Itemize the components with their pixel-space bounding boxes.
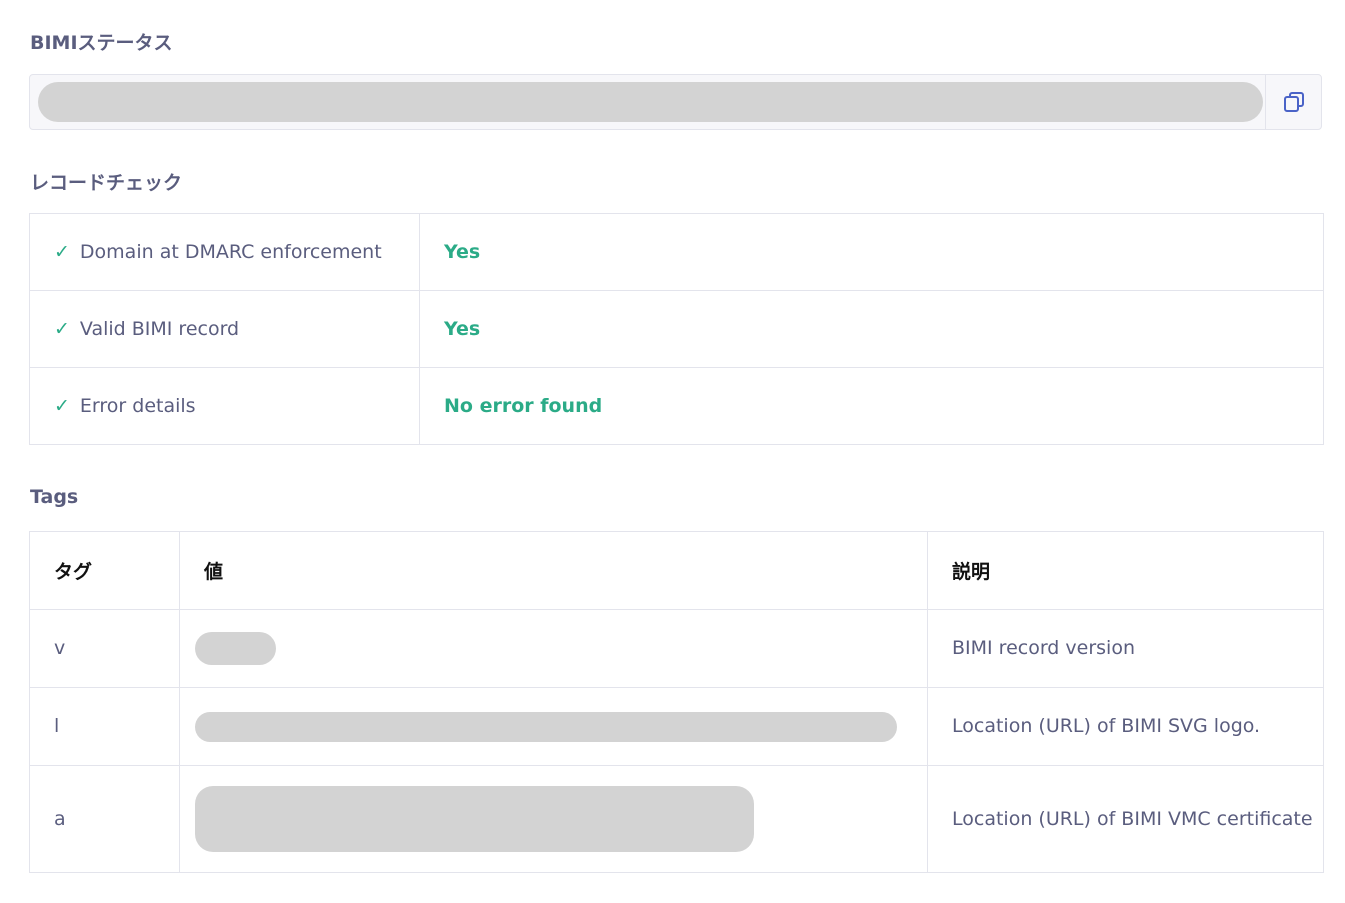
check-label-cell: ✓ Error details <box>29 367 420 445</box>
table-row: ✓ Valid BIMI record Yes <box>29 290 1324 368</box>
check-icon: ✓ <box>54 241 70 263</box>
header-description: 説明 <box>927 531 1324 610</box>
check-label-cell: ✓ Domain at DMARC enforcement <box>29 213 420 291</box>
check-icon: ✓ <box>54 395 70 417</box>
check-value: No error found <box>419 367 1324 445</box>
header-value: 値 <box>179 531 928 610</box>
redacted-value <box>195 786 754 852</box>
tag-cell: a <box>29 765 180 873</box>
table-row: v BIMI record version <box>29 609 1324 688</box>
check-label-cell: ✓ Valid BIMI record <box>29 290 420 368</box>
copy-icon <box>1283 92 1304 112</box>
copy-button[interactable] <box>1265 75 1321 129</box>
table-row: l Location (URL) of BIMI SVG logo. <box>29 687 1324 766</box>
redacted-value <box>195 711 897 742</box>
value-cell <box>179 687 928 766</box>
description-cell: Location (URL) of BIMI VMC certificate <box>927 765 1324 873</box>
check-value: Yes <box>419 290 1324 368</box>
description-cell: BIMI record version <box>927 609 1324 688</box>
table-row: ✓ Error details No error found <box>29 367 1324 445</box>
header-tag: タグ <box>29 531 180 610</box>
check-label: Valid BIMI record <box>79 318 240 340</box>
record-check-table: ✓ Domain at DMARC enforcement Yes ✓ Valid … <box>29 213 1324 445</box>
value-cell <box>179 765 928 873</box>
tags-title: Tags <box>30 486 79 508</box>
tags-table: タグ 値 説明 v BIMI record version l Location… <box>29 531 1324 873</box>
redacted-record-value <box>38 82 1263 122</box>
table-row: ✓ Domain at DMARC enforcement Yes <box>29 213 1324 291</box>
bimi-record-display <box>29 74 1322 130</box>
value-cell <box>179 609 928 688</box>
check-value: Yes <box>419 213 1324 291</box>
record-check-title: レコードチェック <box>30 172 183 194</box>
redacted-value <box>195 632 276 665</box>
check-label: Domain at DMARC enforcement <box>79 241 382 263</box>
check-label: Error details <box>79 395 196 417</box>
table-header-row: タグ 値 説明 <box>29 531 1324 610</box>
table-row: a Location (URL) of BIMI VMC certificate <box>29 765 1324 873</box>
tag-cell: v <box>29 609 180 688</box>
description-cell: Location (URL) of BIMI SVG logo. <box>927 687 1324 766</box>
check-icon: ✓ <box>54 318 70 340</box>
bimi-status-title: BIMIステータス <box>30 32 173 54</box>
tag-cell: l <box>29 687 180 766</box>
